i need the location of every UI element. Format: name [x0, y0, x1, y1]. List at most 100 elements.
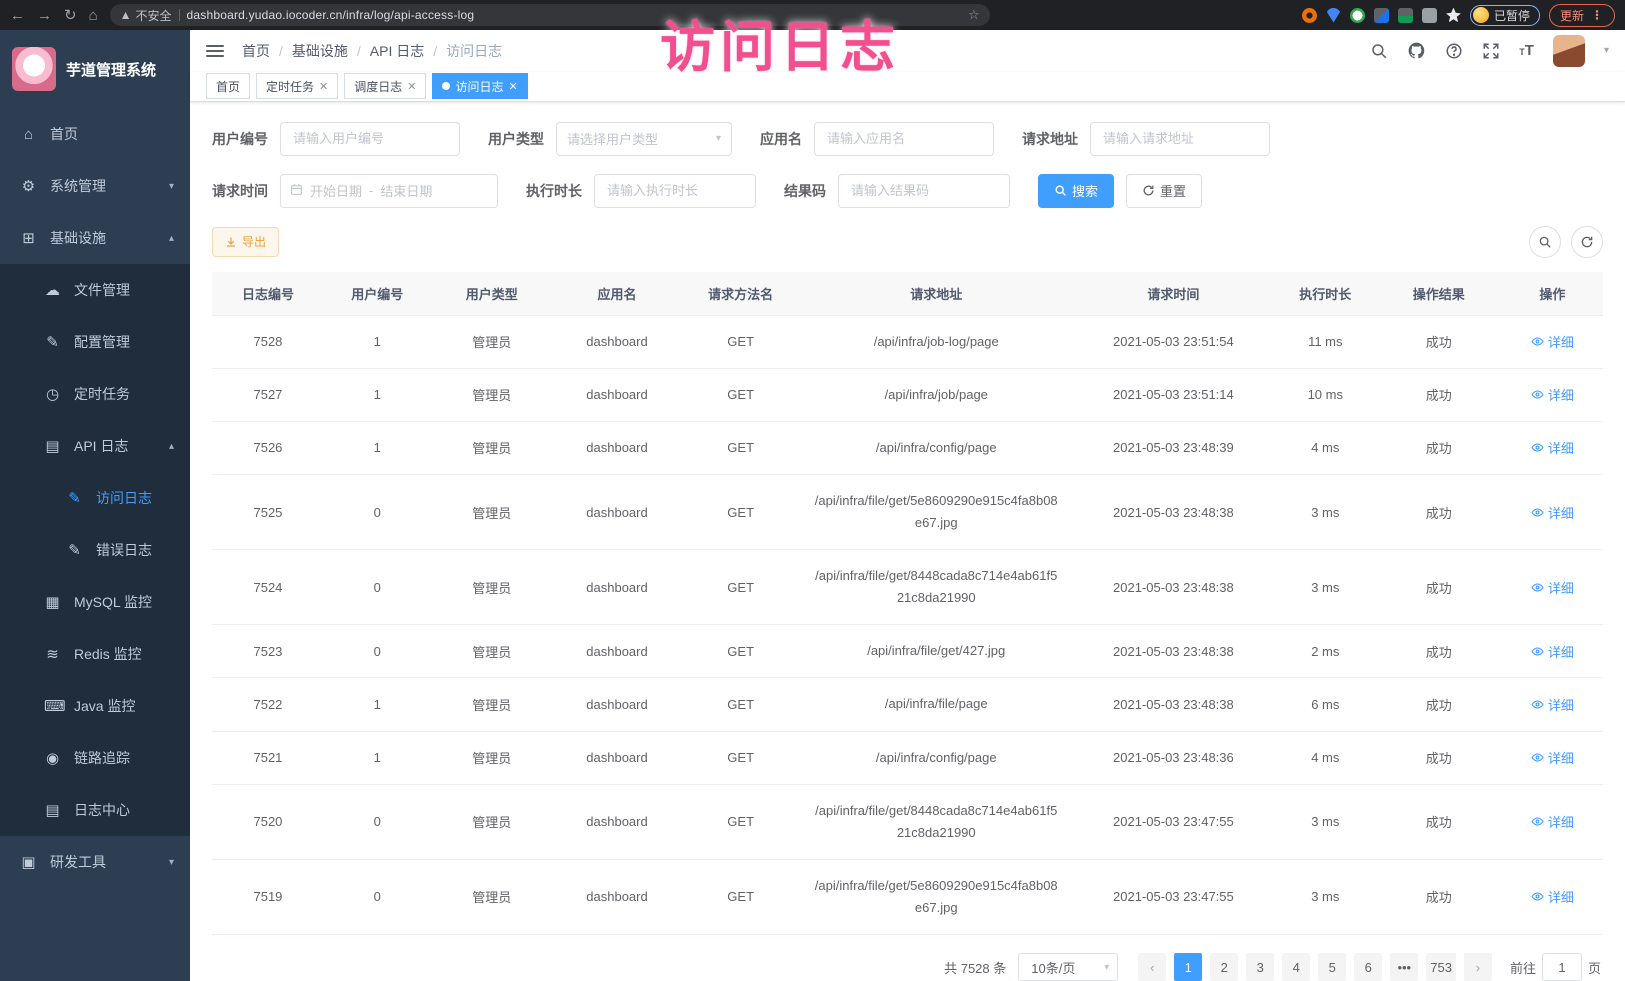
fullscreen-icon[interactable]	[1482, 42, 1500, 60]
font-size-icon[interactable]: TT	[1519, 42, 1534, 59]
github-icon[interactable]	[1407, 41, 1426, 60]
search-form-row-1: 用户编号 用户类型 请选择用户类型▾ 应用名 请求地址	[212, 122, 1603, 156]
more-pages-button[interactable]: •••	[1390, 953, 1418, 981]
tab-scheduled-job[interactable]: 定时任务✕	[256, 73, 338, 99]
export-button[interactable]: 导出	[212, 227, 279, 257]
sidebar-item-trace[interactable]: ◉ 链路追踪	[0, 732, 190, 784]
log-center-icon: ▤	[44, 801, 61, 819]
close-icon[interactable]: ✕	[319, 80, 328, 93]
detail-link[interactable]: 详细	[1531, 385, 1574, 404]
user-type-label: 用户类型	[488, 129, 544, 149]
table-row: 75271管理员dashboardGET/api/infra/job/page2…	[212, 368, 1603, 421]
page-button[interactable]: 3	[1246, 953, 1274, 981]
user-id-input[interactable]	[280, 122, 460, 156]
toggle-search-button[interactable]	[1529, 226, 1561, 258]
sidebar-item-file-manage[interactable]: ☁ 文件管理	[0, 264, 190, 316]
extension-icon[interactable]	[1422, 8, 1437, 23]
sidebar-item-access-log[interactable]: ✎ 访问日志	[0, 472, 190, 524]
help-icon[interactable]	[1445, 42, 1463, 60]
search-button[interactable]: 搜索	[1038, 174, 1114, 208]
tab-schedule-log[interactable]: 调度日志✕	[344, 73, 426, 99]
reload-icon[interactable]: ↻	[64, 8, 77, 23]
result-code-input[interactable]	[838, 174, 1010, 208]
tab-access-log[interactable]: 访问日志✕	[432, 73, 527, 99]
detail-link[interactable]: 详细	[1531, 332, 1574, 351]
sidebar-item-infra[interactable]: ⊞ 基础设施 ▴	[0, 212, 190, 264]
request-url-label: 请求地址	[1022, 129, 1078, 149]
home-icon[interactable]: ⌂	[89, 8, 98, 23]
pagination: 共 7528 条 10条/页▾ ‹ 1 2 3 4 5 6 ••• 753 › …	[214, 953, 1601, 981]
profile-paused-badge[interactable]: 已暂停	[1470, 5, 1540, 26]
close-icon[interactable]: ✕	[509, 80, 518, 93]
bookmark-star-icon[interactable]: ☆	[968, 7, 980, 23]
table-row: 75261管理员dashboardGET/api/infra/config/pa…	[212, 421, 1603, 474]
date-range-picker[interactable]: 开始日期 - 结束日期	[280, 174, 498, 208]
sidebar-item-config-manage[interactable]: ✎ 配置管理	[0, 316, 190, 368]
reset-button[interactable]: 重置	[1126, 174, 1202, 208]
tab-home[interactable]: 首页	[206, 73, 250, 99]
next-page-button[interactable]: ›	[1464, 953, 1492, 981]
close-icon[interactable]: ✕	[407, 80, 416, 93]
forward-icon[interactable]: →	[37, 8, 52, 23]
detail-link[interactable]: 详细	[1531, 748, 1574, 767]
calendar-icon	[290, 183, 303, 199]
prev-page-button[interactable]: ‹	[1138, 953, 1166, 981]
user-type-select[interactable]: 请选择用户类型▾	[556, 122, 732, 156]
sidebar-item-log-center[interactable]: ▤ 日志中心	[0, 784, 190, 836]
extension-icon[interactable]	[1350, 8, 1365, 23]
app-logo[interactable]: 芋道管理系统	[0, 30, 190, 108]
detail-link[interactable]: 详细	[1531, 503, 1574, 522]
breadcrumb-api-log[interactable]: API 日志	[370, 41, 424, 61]
request-url-input[interactable]	[1090, 122, 1270, 156]
chrome-update-button[interactable]: 更新 ⋮	[1549, 4, 1615, 27]
detail-link[interactable]: 详细	[1531, 812, 1574, 831]
detail-link[interactable]: 详细	[1531, 642, 1574, 661]
user-avatar[interactable]	[1553, 35, 1585, 67]
sidebar-item-devtools[interactable]: ▣ 研发工具 ▾	[0, 836, 190, 888]
search-icon[interactable]	[1370, 42, 1388, 60]
sidebar-item-error-log[interactable]: ✎ 错误日志	[0, 524, 190, 576]
sidebar-item-system[interactable]: ⚙ 系统管理 ▾	[0, 160, 190, 212]
sidebar-item-scheduled-job[interactable]: ◷ 定时任务	[0, 368, 190, 420]
caret-down-icon[interactable]: ▾	[1604, 45, 1609, 56]
hamburger-icon[interactable]	[206, 45, 224, 57]
detail-link[interactable]: 详细	[1531, 887, 1574, 906]
browser-menu-icon[interactable]: ⋮	[1591, 8, 1604, 22]
goto-page-input[interactable]	[1542, 953, 1582, 981]
detail-link[interactable]: 详细	[1531, 695, 1574, 714]
log-icon: ▤	[44, 437, 61, 455]
sidebar-item-home[interactable]: ⌂ 首页	[0, 108, 190, 160]
page-size-select[interactable]: 10条/页▾	[1018, 953, 1118, 981]
extension-icon[interactable]	[1302, 8, 1317, 23]
sidebar-item-mysql-monitor[interactable]: ▦ MySQL 监控	[0, 576, 190, 628]
not-secure-warning[interactable]: ▲不安全	[120, 7, 172, 24]
breadcrumb-current: 访问日志	[446, 41, 502, 61]
infra-submenu: ☁ 文件管理 ✎ 配置管理 ◷ 定时任务 ▤ API 日志 ▴ ✎	[0, 264, 190, 836]
breadcrumb-home[interactable]: 首页	[242, 41, 270, 61]
detail-link[interactable]: 详细	[1531, 578, 1574, 597]
page-button[interactable]: 4	[1282, 953, 1310, 981]
infrastructure-icon: ⊞	[20, 229, 37, 247]
table-row: 75211管理员dashboardGET/api/infra/config/pa…	[212, 731, 1603, 784]
access-log-table: 日志编号 用户编号 用户类型 应用名 请求方法名 请求地址 请求时间 执行时长 …	[212, 272, 1603, 935]
extension-icon[interactable]	[1326, 8, 1341, 23]
back-icon[interactable]: ←	[10, 8, 25, 23]
extension-icon[interactable]	[1374, 8, 1389, 23]
address-bar[interactable]: ▲不安全 dashboard.yudao.iocoder.cn/infra/lo…	[110, 4, 990, 26]
detail-link[interactable]: 详细	[1531, 438, 1574, 457]
extension-icon[interactable]	[1398, 8, 1413, 23]
breadcrumb-infra[interactable]: 基础设施	[292, 41, 348, 61]
sidebar-item-java-monitor[interactable]: ⌨ Java 监控	[0, 680, 190, 732]
page-button[interactable]: 1	[1174, 953, 1202, 981]
page-button[interactable]: 753	[1426, 953, 1456, 981]
page-button[interactable]: 2	[1210, 953, 1238, 981]
app-name-input[interactable]	[814, 122, 994, 156]
duration-input[interactable]	[594, 174, 756, 208]
extension-icon[interactable]	[1446, 8, 1461, 23]
page-button[interactable]: 6	[1354, 953, 1382, 981]
page-button[interactable]: 5	[1318, 953, 1346, 981]
refresh-button[interactable]	[1571, 226, 1603, 258]
col-log-id: 日志编号	[212, 272, 324, 316]
sidebar-item-api-log[interactable]: ▤ API 日志 ▴	[0, 420, 190, 472]
sidebar-item-redis-monitor[interactable]: ≋ Redis 监控	[0, 628, 190, 680]
